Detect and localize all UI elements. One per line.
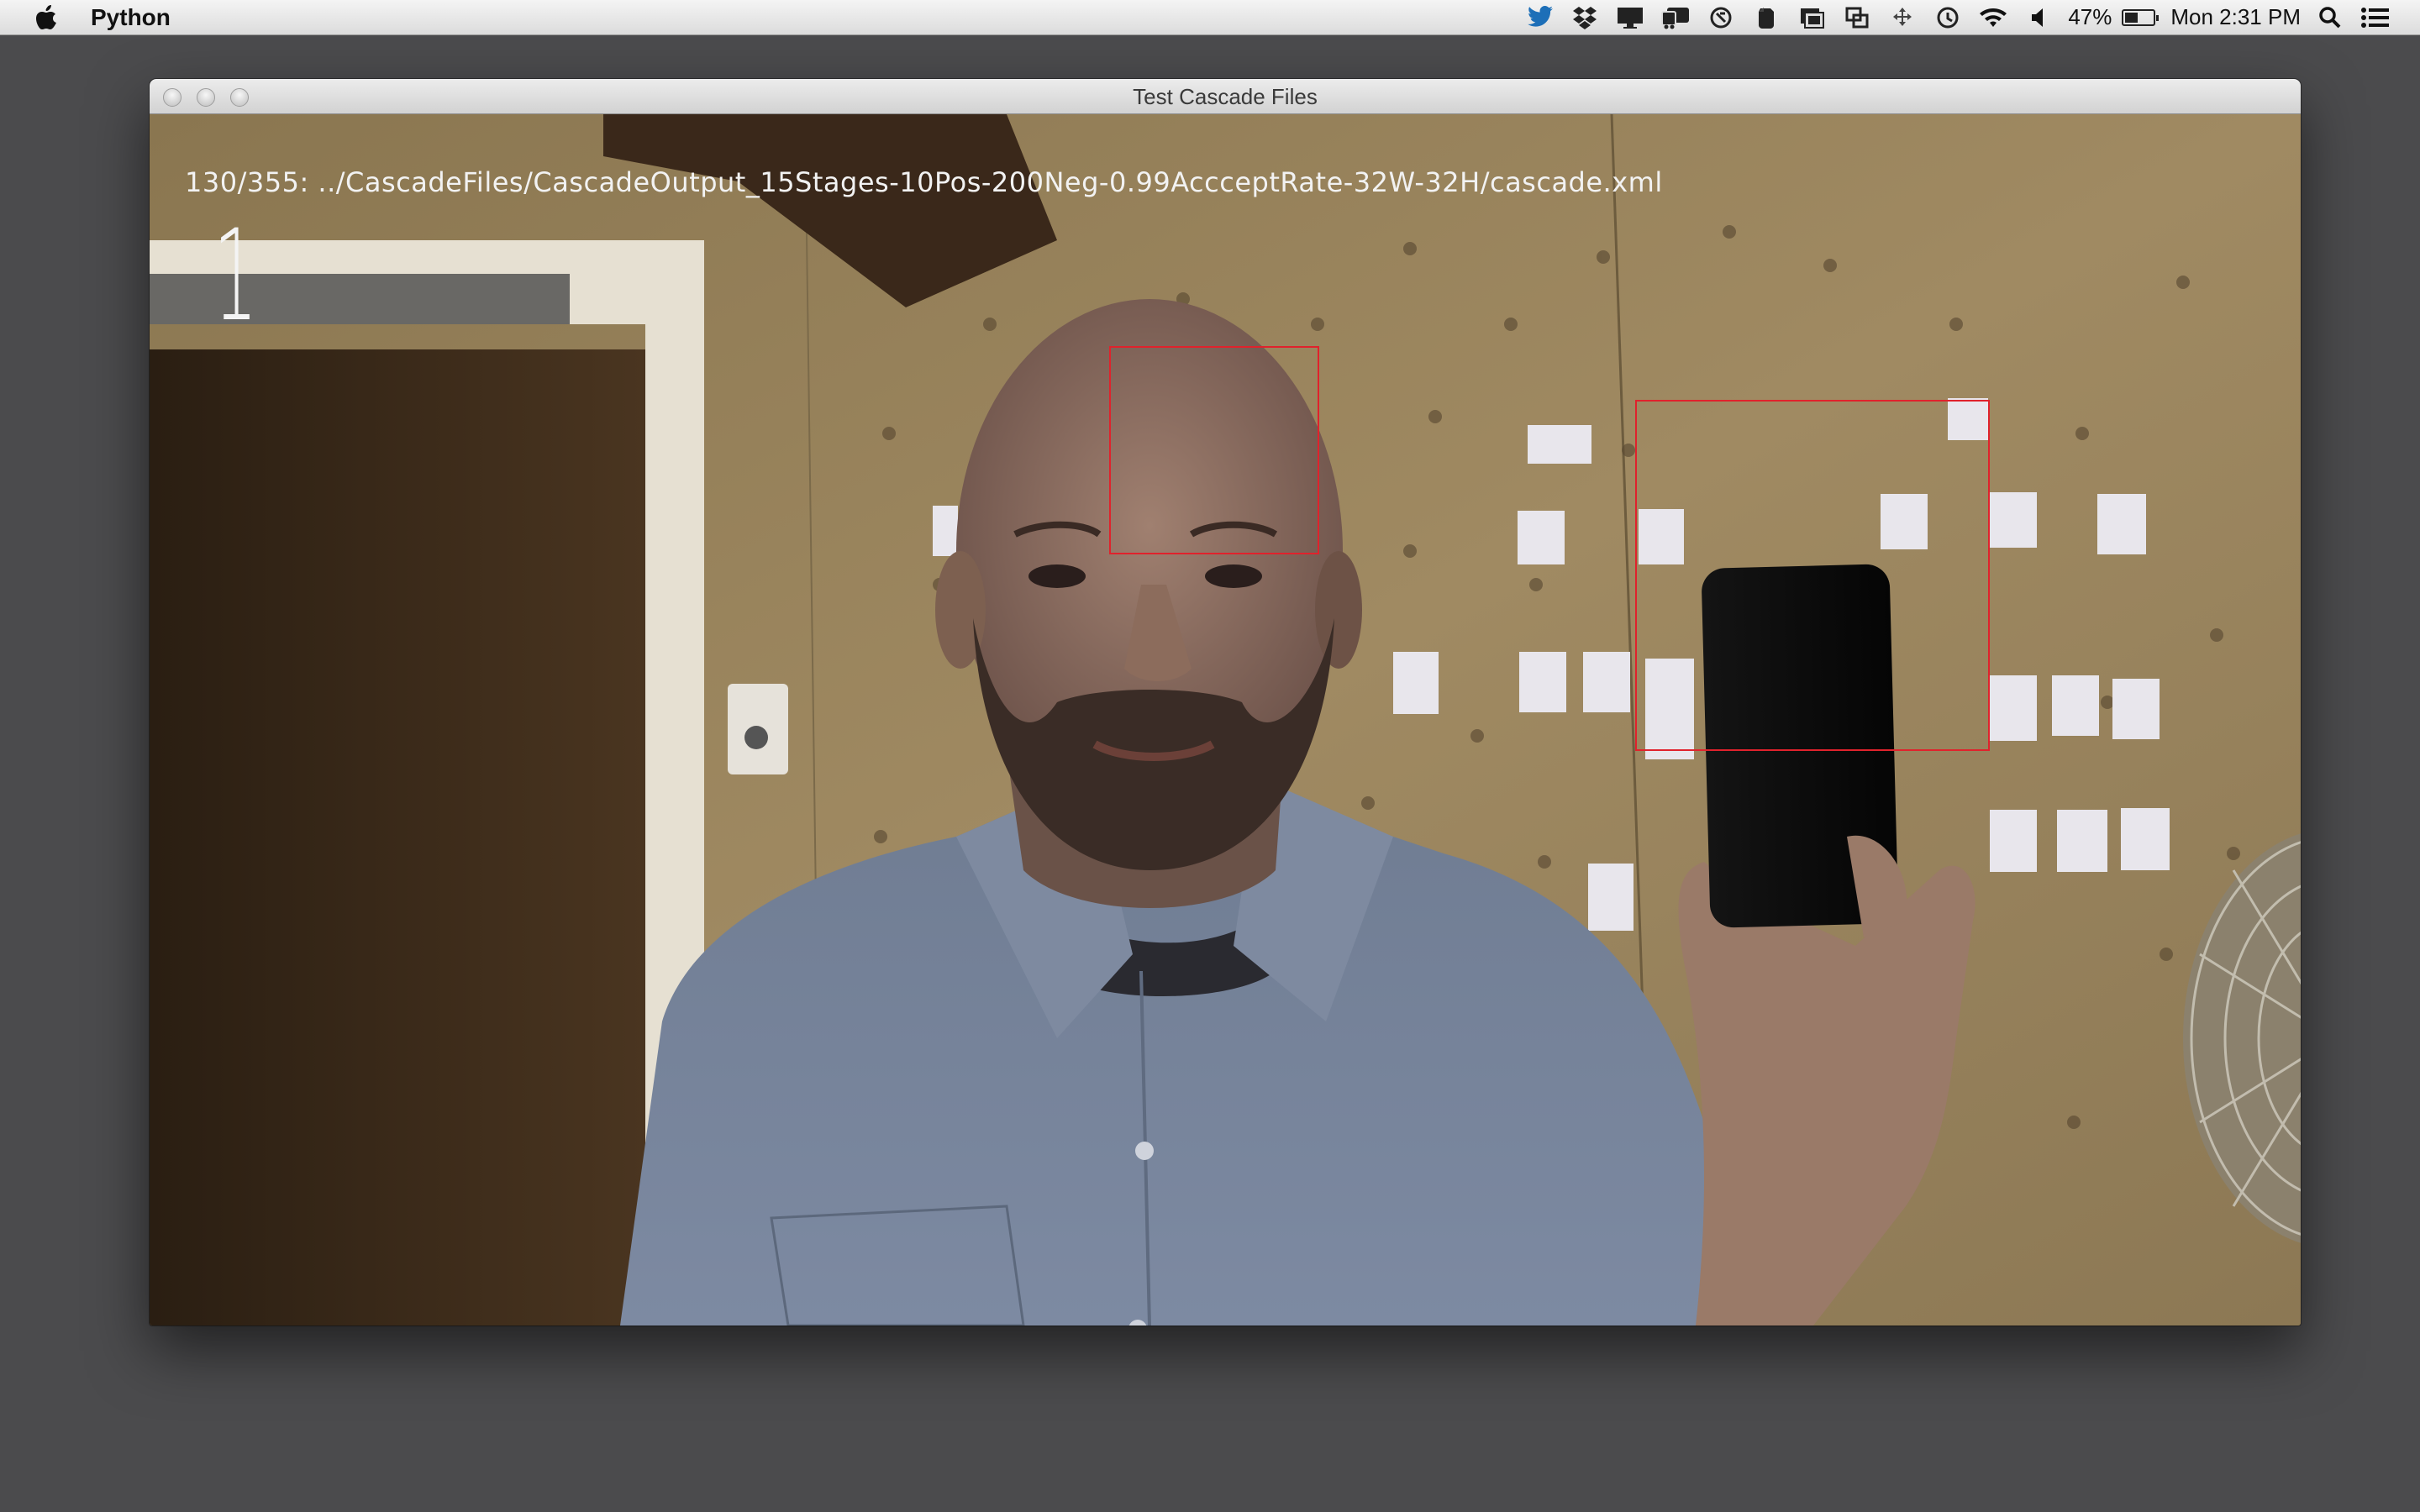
- sync-icon[interactable]: [1704, 3, 1738, 32]
- camera-frame: 130/355: ../CascadeFiles/CascadeOutput_1…: [150, 114, 2301, 1326]
- wifi-icon[interactable]: [1976, 3, 2010, 32]
- detection-count: 1: [213, 203, 258, 349]
- spotlight-icon[interactable]: [2313, 3, 2347, 32]
- volume-icon[interactable]: [2022, 3, 2055, 32]
- dropbox-icon[interactable]: [1568, 3, 1602, 32]
- detection-box-phone: [1635, 400, 1990, 751]
- app-menu-name[interactable]: Python: [91, 4, 171, 31]
- battery-percent[interactable]: 47%: [2068, 4, 2112, 30]
- window-title: Test Cascade Files: [1133, 84, 1318, 109]
- screen-icon[interactable]: [1795, 3, 1828, 32]
- detection-box-face: [1109, 346, 1319, 554]
- cascade-window: Test Cascade Files 130/355: ../CascadeFi…: [150, 79, 2301, 1326]
- bus-icon[interactable]: [1659, 3, 1692, 32]
- apple-icon[interactable]: [32, 3, 60, 32]
- status-menus: 47% Mon 2:31 PM: [1517, 0, 2398, 35]
- notification-center-icon[interactable]: [2359, 3, 2392, 32]
- window-titlebar[interactable]: Test Cascade Files: [150, 79, 2301, 114]
- move-icon[interactable]: [1886, 3, 1919, 32]
- clock[interactable]: Mon 2:31 PM: [2170, 4, 2301, 30]
- evernote-icon[interactable]: [1749, 3, 1783, 32]
- menu-bar: Python 47% Mon 2:31 PM: [0, 0, 2420, 35]
- time-machine-icon[interactable]: [1931, 3, 1965, 32]
- display-icon[interactable]: [1613, 3, 1647, 32]
- battery-fill: [2125, 12, 2139, 23]
- resize-icon[interactable]: [1840, 3, 1874, 32]
- twitter-icon[interactable]: [1523, 3, 1556, 32]
- battery-icon[interactable]: [2122, 8, 2160, 26]
- cascade-info-text: 130/355: ../CascadeFiles/CascadeOutput_1…: [185, 166, 1663, 198]
